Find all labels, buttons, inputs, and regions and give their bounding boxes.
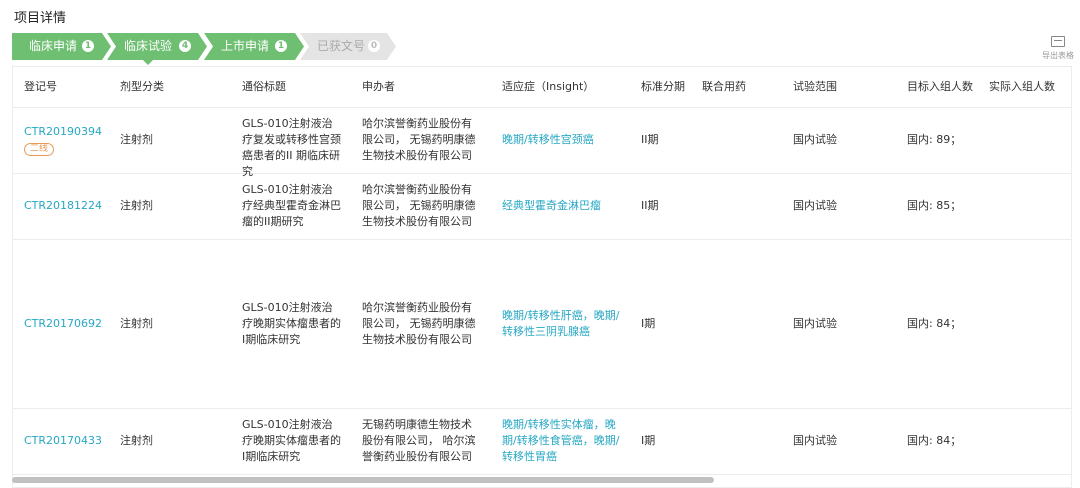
step-clinical-application[interactable]: 临床申请 1 (12, 33, 111, 60)
header-sponsor[interactable]: 申办者 (362, 67, 395, 107)
table-export-icon (1051, 36, 1065, 47)
step-count-badge: 4 (179, 40, 191, 52)
table-header: 登记号 剂型分类 通俗标题 申办者 适应症（Insight） 标准分期 联合用药… (13, 67, 1071, 108)
table-row: CTR20170692 注射剂 GLS-010注射液治疗晚期实体瘤患者的I期临床… (13, 239, 1071, 409)
sponsor-cell: 无锡药明康德生物技术股份有限公司， 哈尔滨誉衡药业股份有限公司 (362, 418, 476, 463)
sponsor-cell: 哈尔滨誉衡药业股份有限公司， 无锡药明康德生物技术股份有限公司 (362, 183, 476, 228)
header-indication[interactable]: 适应症（Insight） (502, 67, 594, 107)
scrollbar-thumb[interactable] (12, 477, 714, 483)
phase-cell: II期 (641, 133, 659, 146)
step-label: 临床申请 (29, 39, 78, 53)
indication-link[interactable]: 晚期/转移性宫颈癌 (502, 132, 622, 148)
step-label: 临床试验 (124, 39, 173, 53)
header-form[interactable]: 剂型分类 (120, 67, 164, 107)
title-cell: GLS-010注射液治疗经典型霍奇金淋巴瘤的II期研究 (242, 183, 341, 228)
header-target-enrollment[interactable]: 目标入组人数 (907, 67, 973, 107)
form-cell: 注射剂 (120, 133, 153, 146)
title-cell: GLS-010注射液治疗晚期实体瘤患者的I期临床研究 (242, 418, 341, 463)
target-enrollment-cell: 国内: 84； (907, 317, 962, 330)
reg-no-link[interactable]: CTR20170692 (24, 316, 102, 332)
step-marketing-application[interactable]: 上市申请 1 (204, 33, 304, 60)
form-cell: 注射剂 (120, 434, 153, 447)
target-enrollment-cell: 国内: 89； (907, 133, 962, 146)
scope-cell: 国内试验 (793, 317, 837, 330)
reg-no: CTR20190394 (24, 125, 103, 138)
step-count-badge: 1 (82, 40, 94, 52)
form-cell: 注射剂 (120, 317, 153, 330)
horizontal-scrollbar[interactable] (12, 477, 1070, 483)
indication-link[interactable]: 晚期/转移性肝癌，晚期/转移性三阴乳腺癌 (502, 308, 622, 340)
form-cell: 注射剂 (120, 199, 153, 212)
scope-cell: 国内试验 (793, 199, 837, 212)
table-row: CTR20181224 注射剂 GLS-010注射液治疗经典型霍奇金淋巴瘤的II… (13, 173, 1071, 240)
header-title[interactable]: 通俗标题 (242, 67, 286, 107)
reg-no-link[interactable]: CTR20181224 (24, 198, 102, 214)
step-label: 已获文号 (317, 39, 366, 53)
header-combination[interactable]: 联合用药 (702, 67, 746, 107)
sponsor-cell: 哈尔滨誉衡药业股份有限公司， 无锡药明康德生物技术股份有限公司 (362, 117, 476, 162)
step-approved[interactable]: 已获文号 0 (300, 33, 396, 60)
active-step-caret (143, 60, 153, 65)
sponsor-cell: 哈尔滨誉衡药业股份有限公司， 无锡药明康德生物技术股份有限公司 (362, 301, 476, 346)
target-enrollment-cell: 国内: 85； (907, 199, 962, 212)
scope-cell: 国内试验 (793, 434, 837, 447)
phase-cell: I期 (641, 434, 656, 447)
table-row: CTR20170433 注射剂 GLS-010注射液治疗晚期实体瘤患者的I期临床… (13, 408, 1071, 475)
scope-cell: 国内试验 (793, 133, 837, 146)
step-count-badge: 0 (368, 40, 380, 52)
title-cell: GLS-010注射液治疗晚期实体瘤患者的I期临床研究 (242, 301, 341, 346)
export-label: 导出表格 (1042, 51, 1074, 60)
target-enrollment-cell: 国内: 84； (907, 434, 962, 447)
indication-link[interactable]: 晚期/转移性实体瘤，晚期/转移性食管癌，晚期/转移性胃癌 (502, 417, 622, 465)
phase-cell: I期 (641, 317, 656, 330)
header-scope[interactable]: 试验范围 (793, 67, 837, 107)
indication-link[interactable]: 经典型霍奇金淋巴瘤 (502, 198, 622, 214)
phase-cell: II期 (641, 199, 659, 212)
table-row: CTR20190394 二线 注射剂 GLS-010注射液治疗复发或转移性宫颈癌… (13, 107, 1071, 178)
header-phase[interactable]: 标准分期 (641, 67, 685, 107)
step-label: 上市申请 (221, 39, 270, 53)
export-table-button[interactable]: 导出表格 (1040, 36, 1076, 61)
reg-no-link[interactable]: CTR20170433 (24, 433, 102, 449)
title-cell: GLS-010注射液治疗复发或转移性宫颈癌患者的II 期临床研究 (242, 117, 341, 178)
step-count-badge: 1 (275, 40, 287, 52)
line-tag: 二线 (24, 143, 55, 156)
page-title: 项目详情 (14, 11, 67, 26)
trials-table: 登记号 剂型分类 通俗标题 申办者 适应症（Insight） 标准分期 联合用药… (12, 66, 1072, 488)
header-actual-enrollment[interactable]: 实际入组人数 (989, 67, 1055, 107)
header-reg-no[interactable]: 登记号 (24, 67, 57, 107)
step-clinical-trial[interactable]: 临床试验 4 (107, 33, 207, 60)
reg-no-link[interactable]: CTR20190394 二线 (24, 124, 102, 156)
